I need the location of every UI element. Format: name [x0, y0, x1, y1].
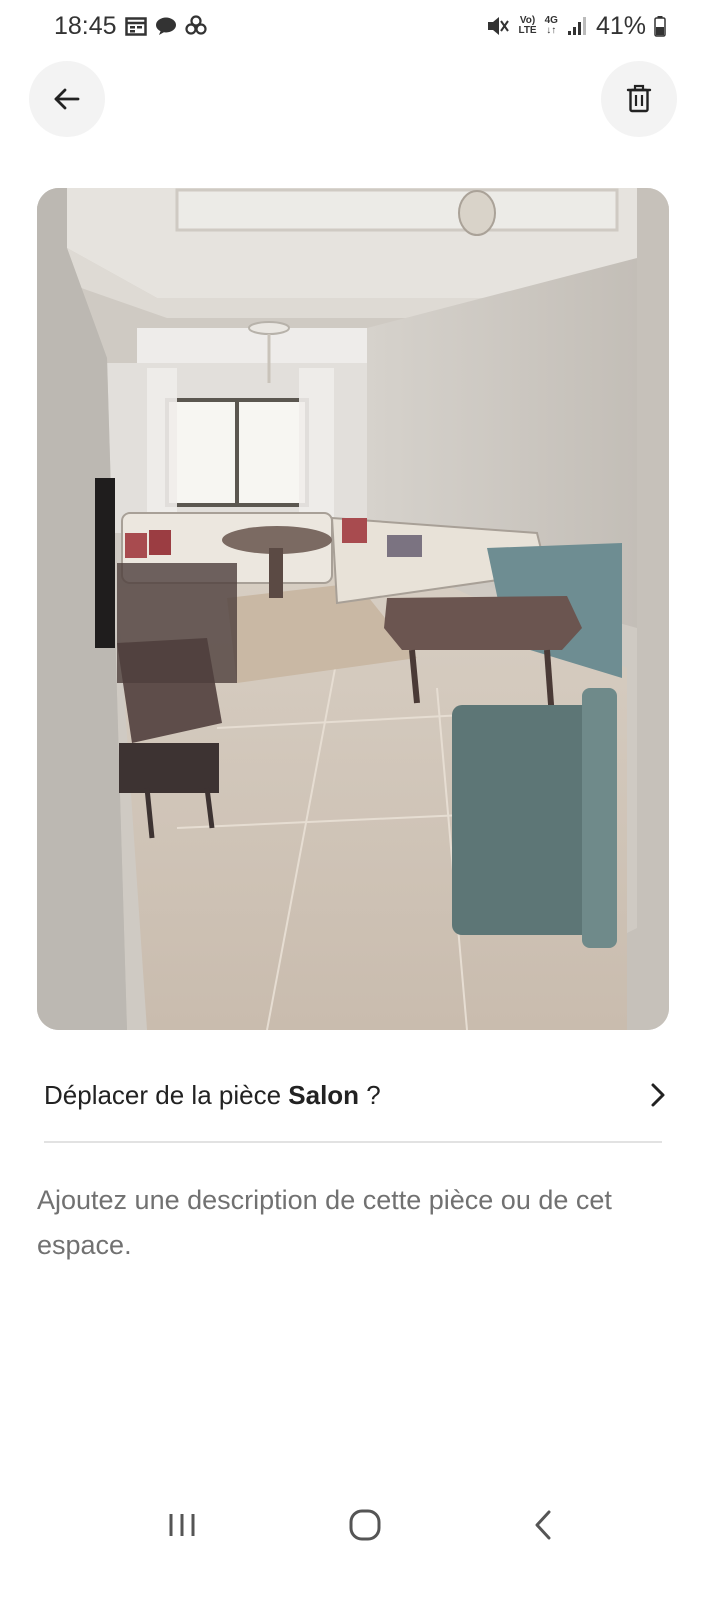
move-room-text: Déplacer de la pièce Salon ? — [44, 1080, 381, 1111]
volte-bottom-label: LTE — [518, 25, 537, 36]
living-room-photo[interactable] — [37, 188, 669, 1030]
home-icon[interactable] — [348, 1508, 382, 1542]
description-field[interactable]: Ajoutez une description de cette pièce o… — [37, 1178, 667, 1268]
living-room-illustration — [37, 188, 669, 1030]
delete-button[interactable] — [601, 61, 677, 137]
signal-strength-icon — [566, 16, 588, 36]
pinwheel-icon — [184, 15, 207, 37]
move-room-row[interactable]: Déplacer de la pièce Salon ? — [44, 1060, 668, 1130]
recents-icon[interactable] — [165, 1510, 199, 1540]
back-button[interactable] — [29, 61, 105, 137]
move-room-suffix: ? — [359, 1079, 381, 1110]
status-right: Vo) LTE 4G ↓↑ 41% — [486, 12, 666, 41]
system-nav-bar — [0, 1480, 720, 1570]
move-room-name: Salon — [288, 1079, 360, 1110]
chat-bubble-icon — [155, 16, 177, 36]
divider — [44, 1141, 662, 1143]
calendar-icon — [124, 16, 147, 36]
status-left: 18:45 — [54, 12, 207, 41]
back-chevron-icon[interactable] — [531, 1508, 555, 1542]
status-bar: 18:45 Vo) LTE 4G ↓↑ 41% — [0, 0, 720, 52]
status-time: 18:45 — [54, 11, 117, 40]
network-activity-arrows: ↓↑ — [546, 25, 557, 36]
battery-icon — [654, 15, 666, 37]
mute-icon — [486, 15, 510, 37]
volte-indicator: Vo) LTE — [518, 16, 536, 36]
battery-percentage: 41% — [595, 11, 646, 40]
network-type-indicator: 4G ↓↑ — [545, 16, 558, 36]
trash-icon — [625, 84, 653, 114]
chevron-right-icon — [648, 1081, 668, 1109]
arrow-left-icon — [52, 84, 82, 114]
move-room-prefix: Déplacer de la pièce — [44, 1079, 289, 1110]
